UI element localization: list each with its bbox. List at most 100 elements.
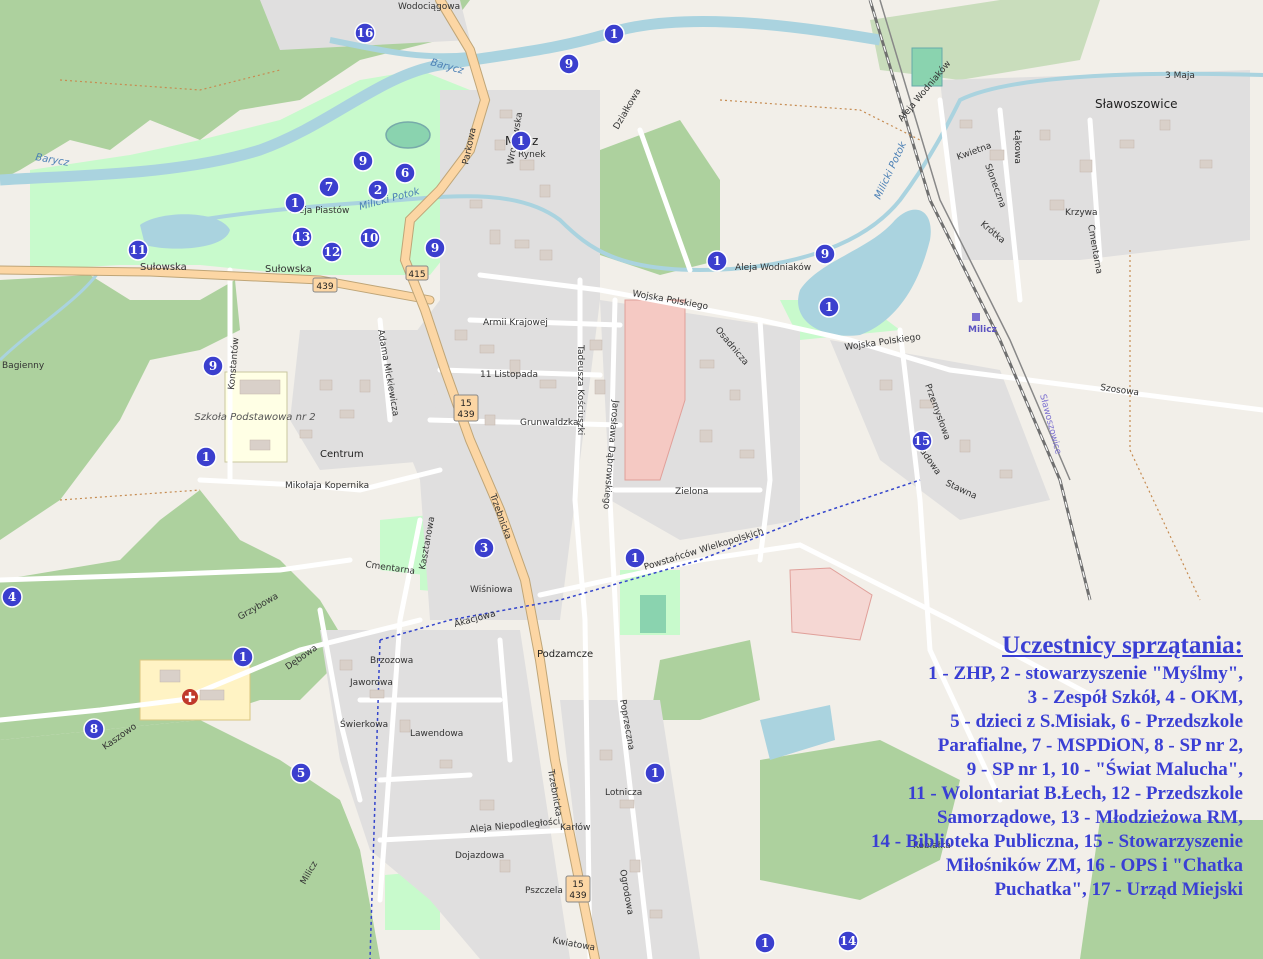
svg-text:Pszczela: Pszczela [525,886,563,896]
marker-m6[interactable]: 6 [394,162,416,184]
marker-m12[interactable]: 12 [321,241,343,263]
marker-number: 6 [401,166,409,180]
marker-number: 5 [297,766,305,780]
svg-text:3 Maja: 3 Maja [1165,71,1195,81]
marker-m5[interactable]: 5 [290,762,312,784]
label-bagienny: Bagienny [2,361,45,371]
marker-number: 2 [374,183,382,197]
shield-15-439-mid: 15 439 [453,394,479,422]
stadium-track [385,121,431,149]
svg-text:Grunwaldzka: Grunwaldzka [520,418,578,428]
marker-number: 7 [325,180,333,194]
marker-m1-bottom[interactable]: 1 [754,932,776,954]
svg-text:439: 439 [316,282,333,292]
marker-m14[interactable]: 14 [837,930,859,952]
label-slawoszowice-sign: Sławoszowice [1037,393,1063,456]
label-centrum: Centrum [320,449,364,460]
marker-m8[interactable]: 8 [83,718,105,740]
industrial-area-2 [789,567,873,641]
marker-m9-park[interactable]: 9 [352,150,374,172]
marker-number: 1 [239,650,247,664]
legend-box: Uczestnicy sprzątania: 1 - ZHP, 2 - stow… [743,632,1243,902]
marker-m1-rynek[interactable]: 1 [510,130,532,152]
legend-line: 1 - ZHP, 2 - stowarzyszenie "Myślmy", [928,663,1243,684]
svg-text:Zielona: Zielona [675,487,708,497]
marker-number: 1 [517,134,525,148]
hospital-icon [182,689,198,705]
svg-text:Sułowska: Sułowska [140,262,187,273]
svg-text:Dojazdowa: Dojazdowa [455,851,504,861]
marker-m1-trzebnicka[interactable]: 1 [644,762,666,784]
svg-text:Szosowa: Szosowa [1100,383,1140,398]
svg-text:11 Listopada: 11 Listopada [480,370,538,380]
svg-text:Mikołaja Kopernika: Mikołaja Kopernika [285,481,369,491]
marker-number: 1 [202,450,210,464]
svg-text:Wiśniowa: Wiśniowa [470,584,512,595]
marker-m4[interactable]: 4 [1,586,23,608]
marker-number: 1 [610,27,618,41]
forest-east-top [600,120,720,275]
marker-m16[interactable]: 16 [354,22,376,44]
svg-text:415: 415 [408,270,425,280]
marker-m1-top[interactable]: 1 [603,23,625,45]
marker-number: 1 [631,551,639,565]
legend-line: Puchatka", 17 - Urząd Miejski [994,879,1243,900]
marker-number: 15 [914,434,931,448]
marker-m15[interactable]: 15 [911,430,933,452]
marker-number: 9 [209,359,217,373]
svg-text:Wodociągowa: Wodociągowa [398,2,460,12]
label-podzamcze: Podzamcze [537,649,593,660]
map-canvas[interactable]: 415 439 15 439 15 439 Milicz Sławoszowic… [0,0,1263,959]
res-west [290,330,440,470]
legend-line: Parafialne, 7 - MSPDiON, 8 - SP nr 2, [937,735,1243,756]
marker-m13[interactable]: 13 [291,226,313,248]
marker-m7[interactable]: 7 [318,176,340,198]
marker-m2[interactable]: 2 [367,179,389,201]
svg-text:Działkowa: Działkowa [612,87,643,131]
marker-m1-centrum[interactable]: 1 [195,446,217,468]
marker-m1-park[interactable]: 1 [284,192,306,214]
marker-m1-grzybowa[interactable]: 1 [232,646,254,668]
svg-text:Lawendowa: Lawendowa [410,729,463,739]
marker-number: 16 [357,26,374,40]
sports-field [640,595,666,633]
legend-line: 14 - Biblioteka Publiczna, 15 - Stowarzy… [870,831,1243,852]
marker-number: 3 [480,541,488,555]
marker-number: 1 [291,196,299,210]
marker-number: 4 [8,590,16,604]
svg-text:Aleja Wodniaków: Aleja Wodniaków [735,262,811,273]
svg-text:Świerkowa: Świerkowa [340,718,388,730]
svg-text:Lotnicza: Lotnicza [605,788,642,798]
svg-text:439: 439 [569,891,586,901]
svg-text:Karłów: Karłów [560,822,590,833]
label-station: Milicz [968,325,997,335]
legend-line: Samorządowe, 13 - Młodzieżowa RM, [936,807,1243,828]
hospital-grounds [139,659,251,721]
marker-m10[interactable]: 10 [359,227,381,249]
svg-text:Krzywa: Krzywa [1065,208,1098,218]
marker-number: 1 [713,254,721,268]
marker-m1-zielona[interactable]: 1 [624,547,646,569]
marker-m11[interactable]: 11 [127,239,149,261]
svg-text:439: 439 [457,410,474,420]
marker-number: 9 [565,57,573,71]
marker-m9-mid[interactable]: 9 [424,237,446,259]
marker-m9-top[interactable]: 9 [558,53,580,75]
marker-m1-wodniakow[interactable]: 1 [706,250,728,272]
svg-text:15: 15 [460,399,471,409]
label-barycz-2: Barycz [34,152,70,169]
marker-number: 10 [362,231,379,245]
marker-number: 1 [651,766,659,780]
marker-number: 1 [825,300,833,314]
legend-line: 5 - dzieci z S.Misiak, 6 - Przedszkole [950,711,1243,732]
legend-line: Miłośników ZM, 16 - OPS i "Chatka [945,855,1243,876]
marker-m1-lake[interactable]: 1 [818,296,840,318]
marker-m9-right[interactable]: 9 [814,243,836,265]
marker-number: 8 [90,722,98,736]
svg-text:Brzozowa: Brzozowa [370,656,413,666]
marker-m3[interactable]: 3 [473,537,495,559]
label-school: Szkoła Podstawowa nr 2 [194,412,315,423]
marker-number: 12 [324,245,341,259]
legend-line: 9 - SP nr 1, 10 - "Świat Malucha", [966,759,1243,780]
marker-m9-left[interactable]: 9 [202,355,224,377]
